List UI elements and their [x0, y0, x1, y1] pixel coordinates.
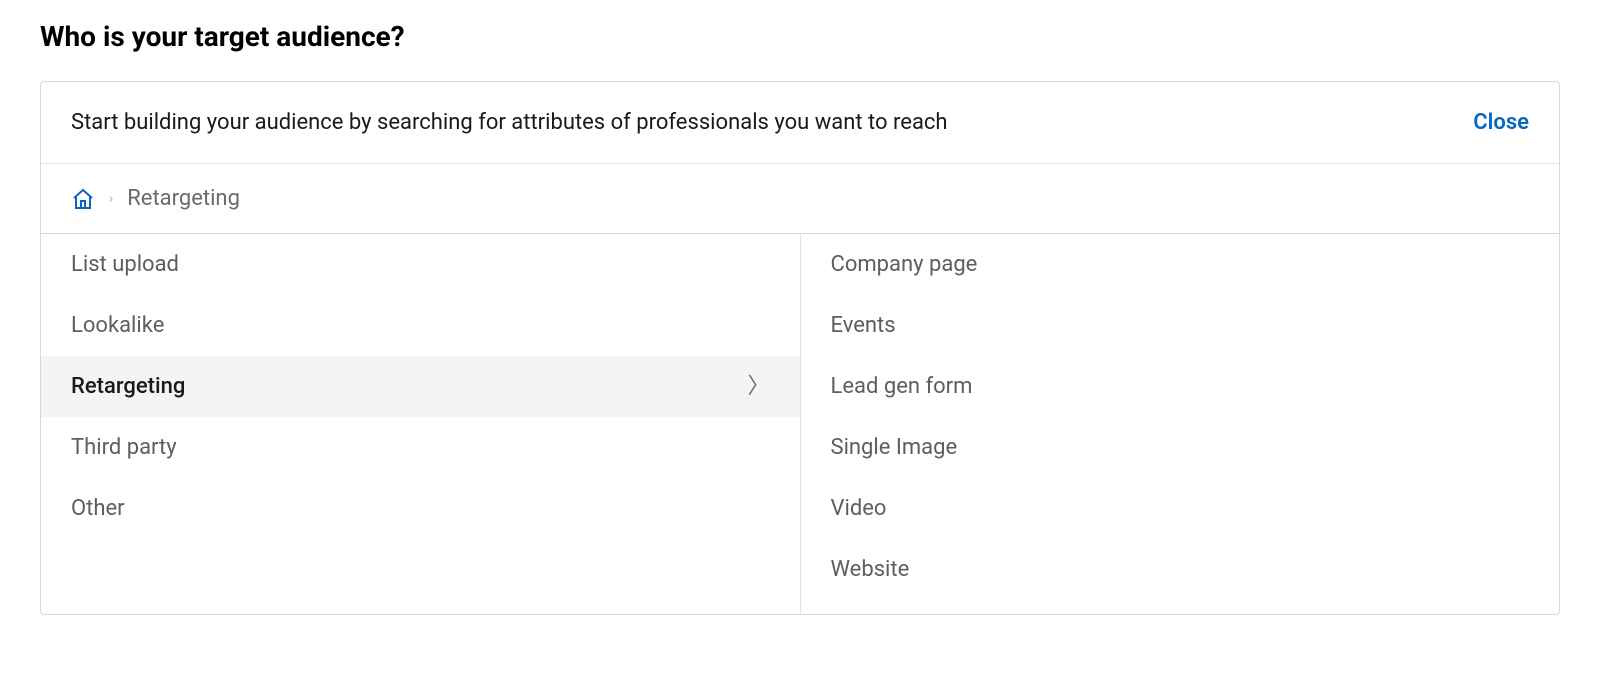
menu-item-label: Other [71, 496, 125, 521]
breadcrumb: › Retargeting [41, 164, 1559, 234]
submenu-item-events[interactable]: Events [801, 295, 1560, 356]
menu-item-label: Website [831, 557, 910, 582]
menu-item-label: Third party [71, 435, 177, 460]
menu-item-label: List upload [71, 252, 179, 277]
menu-item-label: Lookalike [71, 313, 164, 338]
breadcrumb-current: Retargeting [127, 186, 240, 211]
menu-item-list-upload[interactable]: List upload [41, 234, 800, 295]
submenu-item-company-page[interactable]: Company page [801, 234, 1560, 295]
submenu-item-website[interactable]: Website [801, 539, 1560, 600]
menu-columns: List upload Lookalike Retargeting 〉 Thir… [41, 234, 1559, 614]
menu-item-third-party[interactable]: Third party [41, 417, 800, 478]
page-title: Who is your target audience? [40, 20, 1560, 53]
home-icon[interactable] [71, 187, 95, 211]
menu-item-label: Lead gen form [831, 374, 973, 399]
subcategory-menu: Company page Events Lead gen form Single… [801, 234, 1560, 614]
panel-header-text: Start building your audience by searchin… [71, 110, 948, 135]
menu-item-label: Single Image [831, 435, 958, 460]
panel-header: Start building your audience by searchin… [41, 82, 1559, 164]
menu-item-label: Events [831, 313, 896, 338]
audience-panel: Start building your audience by searchin… [40, 81, 1560, 615]
chevron-right-icon: › [109, 191, 113, 207]
close-button[interactable]: Close [1473, 110, 1529, 135]
submenu-item-lead-gen-form[interactable]: Lead gen form [801, 356, 1560, 417]
category-menu: List upload Lookalike Retargeting 〉 Thir… [41, 234, 801, 614]
menu-item-retargeting[interactable]: Retargeting 〉 [41, 356, 800, 417]
menu-item-label: Retargeting [71, 374, 185, 399]
submenu-item-video[interactable]: Video [801, 478, 1560, 539]
menu-item-label: Company page [831, 252, 978, 277]
menu-item-other[interactable]: Other [41, 478, 800, 539]
chevron-right-icon: 〉 [747, 376, 769, 398]
menu-item-label: Video [831, 496, 887, 521]
menu-item-lookalike[interactable]: Lookalike [41, 295, 800, 356]
submenu-item-single-image[interactable]: Single Image [801, 417, 1560, 478]
